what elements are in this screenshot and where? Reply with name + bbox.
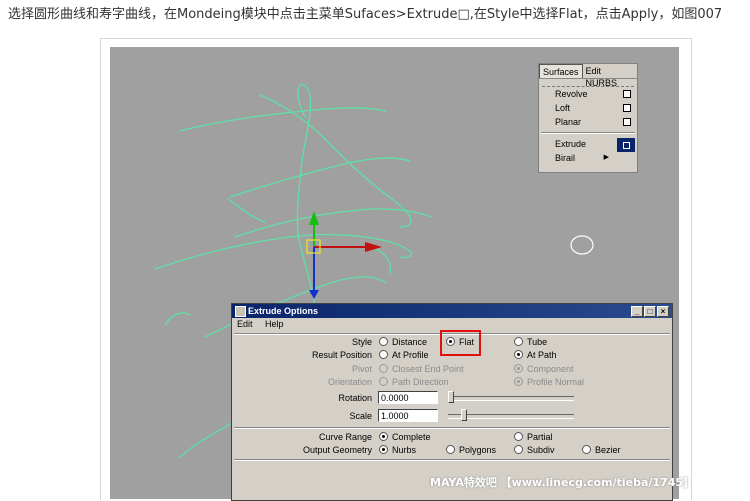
style-distance-radio[interactable]: Distance [379, 337, 427, 347]
option-label: Closest End Point [392, 364, 464, 374]
menu-help[interactable]: Help [265, 319, 284, 329]
maximize-icon[interactable]: □ [644, 306, 656, 317]
partial-radio[interactable]: Partial [514, 432, 553, 442]
polygons-radio[interactable]: Polygons [446, 445, 496, 455]
option-label: Distance [392, 337, 428, 347]
orientation-label: Orientation [327, 377, 372, 387]
radio-icon [514, 445, 523, 455]
dialog-title: Extrude Options [248, 306, 319, 316]
option-label: Partial [527, 432, 553, 442]
subdiv-radio[interactable]: Subdiv [514, 445, 555, 455]
option-box-icon[interactable] [623, 90, 631, 98]
watermark-text: MAYA特效吧 【www.linecg.com/tieba/1745】 [430, 476, 695, 489]
dialog-titlebar[interactable]: Extrude Options _ □ × [232, 304, 672, 318]
menu-item-revolve[interactable]: Revolve [539, 87, 637, 101]
option-label: Subdiv [527, 445, 555, 455]
bezier-radio[interactable]: Bezier [582, 445, 621, 455]
radio-icon [514, 350, 523, 360]
radio-icon [379, 432, 388, 442]
radio-icon [379, 377, 388, 387]
caption-text: 选择圆形曲线和寿字曲线，在Mondeing模块中点击主菜单Sufaces>Ext… [8, 7, 723, 22]
menu-edit[interactable]: Edit [237, 319, 253, 329]
option-label: Component [527, 364, 574, 374]
rotation-slider-thumb[interactable] [448, 391, 454, 403]
rotation-label: Rotation [338, 393, 372, 403]
radio-icon [379, 350, 388, 360]
option-label: Complete [392, 432, 431, 442]
menu-item-extrude[interactable]: Extrude [539, 137, 637, 152]
radio-icon [379, 445, 388, 455]
radio-icon [379, 337, 388, 347]
output-geometry-label: Output Geometry [302, 445, 372, 455]
closest-end-point-radio: Closest End Point [379, 364, 464, 374]
at-profile-radio[interactable]: At Profile [379, 350, 429, 360]
option-box-icon[interactable] [623, 118, 631, 126]
surfaces-menu[interactable]: Surfaces Edit NURBS Revolve Loft Planar … [538, 63, 638, 173]
rotation-slider[interactable] [448, 396, 574, 401]
menu-item-birail[interactable]: Birail ▶ [539, 151, 637, 165]
circle-curve [570, 235, 594, 255]
menu-separator [541, 132, 635, 134]
menu-tab-surfaces[interactable]: Surfaces [539, 64, 583, 78]
window-icon [235, 306, 246, 317]
menu-item-planar[interactable]: Planar [539, 115, 637, 129]
radio-icon [582, 445, 591, 455]
menu-item-label: Loft [555, 103, 571, 113]
divider [234, 459, 670, 461]
option-label: Tube [527, 337, 548, 347]
option-box-icon[interactable] [617, 138, 635, 152]
curve-range-label: Curve Range [318, 432, 372, 442]
scale-slider-thumb[interactable] [460, 409, 467, 421]
menu-item-label: Extrude [555, 139, 587, 149]
menu-item-loft[interactable]: Loft [539, 101, 637, 115]
result-position-label: Result Position [311, 350, 372, 360]
option-label: Profile Normal [527, 377, 585, 387]
radio-icon [514, 364, 523, 374]
radio-icon [514, 432, 523, 442]
option-label: At Path [527, 350, 557, 360]
style-tube-radio[interactable]: Tube [514, 337, 547, 347]
move-manipulator [306, 211, 382, 299]
scale-field[interactable]: 1.0000 [378, 409, 438, 422]
complete-radio[interactable]: Complete [379, 432, 431, 442]
menu-bar: Surfaces Edit NURBS [539, 64, 637, 88]
option-box-icon[interactable] [623, 104, 631, 112]
divider [234, 427, 670, 429]
submenu-arrow-icon: ▶ [603, 154, 609, 161]
menu-item-label: Planar [555, 117, 582, 127]
highlight-box [440, 330, 481, 356]
radio-icon [514, 377, 523, 387]
option-label: At Profile [392, 350, 429, 360]
menu-item-label: Birail [555, 153, 576, 163]
close-icon[interactable]: × [657, 306, 669, 317]
at-path-radio[interactable]: At Path [514, 350, 557, 360]
pivot-label: Pivot [351, 364, 372, 374]
radio-icon [514, 337, 523, 347]
rotation-field[interactable]: 0.0000 [378, 391, 438, 404]
nurbs-radio[interactable]: Nurbs [379, 445, 416, 455]
option-label: Bezier [595, 445, 621, 455]
profile-normal-radio: Profile Normal [514, 377, 584, 387]
scale-slider[interactable] [448, 414, 574, 419]
option-label: Nurbs [392, 445, 417, 455]
radio-icon [446, 445, 455, 455]
option-label: Polygons [459, 445, 497, 455]
menu-tab-edit-nurbs[interactable]: Edit NURBS [583, 64, 637, 88]
minimize-icon[interactable]: _ [631, 306, 643, 317]
menu-item-label: Revolve [555, 89, 588, 99]
style-label: Style [351, 337, 372, 347]
radio-icon [379, 364, 388, 374]
scale-label: Scale [349, 411, 372, 421]
path-direction-radio: Path Direction [379, 377, 449, 387]
component-radio: Component [514, 364, 574, 374]
option-label: Path Direction [392, 377, 449, 387]
extrude-options-dialog: Extrude Options _ □ × Edit Help Style Di… [231, 303, 673, 501]
